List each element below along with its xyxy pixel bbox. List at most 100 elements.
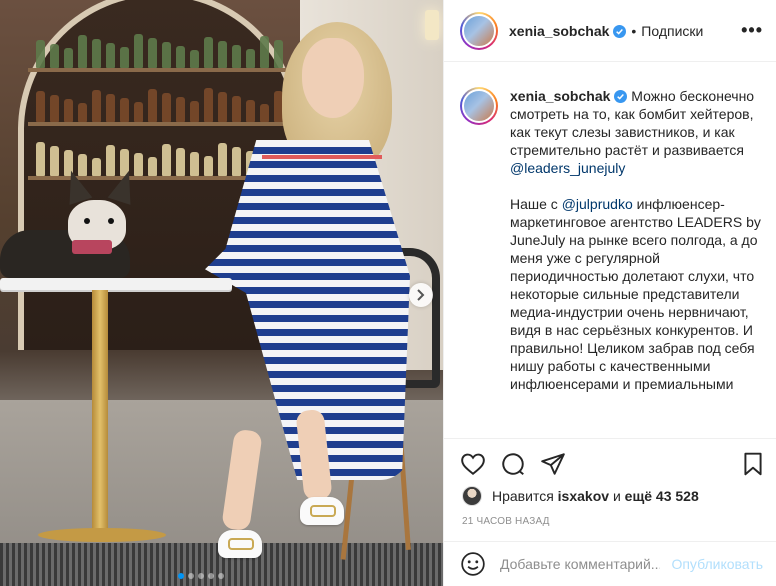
avatar[interactable] — [460, 87, 498, 125]
bottle — [218, 41, 227, 68]
bottle — [50, 44, 59, 68]
likes-summary: Нравится isxakov и ещё 43 528 — [462, 486, 699, 506]
bottle — [106, 43, 115, 68]
cafe-table-leg — [92, 290, 108, 530]
post-side-panel: xenia_sobchak • Подписки ••• xenia_sobch… — [443, 0, 776, 586]
verified-badge-icon — [614, 90, 628, 103]
bottle — [106, 94, 115, 122]
bottle — [50, 95, 59, 122]
dog-eye — [84, 218, 90, 224]
heart-icon[interactable] — [460, 451, 486, 477]
dog-eye — [108, 218, 114, 224]
bottle — [232, 147, 241, 176]
liker-username[interactable]: isxakov — [558, 488, 609, 504]
bottle — [50, 146, 59, 176]
post-timestamp[interactable]: 21 часов назад — [462, 516, 550, 527]
bottle — [260, 36, 269, 68]
bottle — [232, 45, 241, 68]
carousel-dot — [178, 573, 184, 579]
bottle — [274, 40, 283, 68]
caption-area: xenia_sobchak Можно бесконечно смотреть … — [444, 63, 776, 438]
following-button[interactable]: Подписки — [641, 23, 703, 39]
bottle — [92, 39, 101, 68]
bottle — [92, 158, 101, 176]
comment-box: Опубликовать — [444, 541, 776, 586]
carousel-indicator — [178, 573, 224, 579]
bottle — [92, 90, 101, 122]
bottle — [176, 46, 185, 68]
bottle — [260, 104, 269, 122]
bottle — [36, 142, 45, 176]
bottle — [148, 157, 157, 176]
comment-icon[interactable] — [500, 451, 526, 477]
post-header: xenia_sobchak • Подписки ••• — [444, 0, 776, 62]
avatar[interactable] — [462, 486, 482, 506]
caption-segment: Наше с — [510, 196, 558, 212]
separator-dot: • — [631, 22, 637, 39]
bottle — [162, 42, 171, 68]
bottle — [106, 145, 115, 176]
bottle — [218, 143, 227, 176]
bottle — [134, 34, 143, 68]
likes-middle: и — [612, 488, 621, 504]
bottle — [148, 38, 157, 68]
bottle — [204, 37, 213, 68]
caption-text: xenia_sobchak Можно бесконечно смотреть … — [510, 87, 763, 438]
username-link[interactable]: xenia_sobchak — [509, 23, 627, 39]
verified-badge-icon — [613, 24, 627, 38]
bottle — [120, 98, 129, 122]
publish-button[interactable]: Опубликовать — [671, 556, 763, 572]
shelf — [28, 122, 290, 126]
bookmark-icon[interactable] — [740, 451, 766, 477]
likes-prefix: Нравится — [492, 488, 554, 504]
bottle — [36, 40, 45, 68]
bottle — [162, 144, 171, 176]
cafe-table-base — [38, 528, 166, 542]
bottle — [218, 92, 227, 122]
bottle — [204, 156, 213, 176]
bottle — [176, 148, 185, 176]
carousel-dot — [198, 573, 204, 579]
paper-plane-icon[interactable] — [540, 451, 566, 477]
bottle — [120, 47, 129, 68]
bottle — [162, 93, 171, 122]
bottle — [190, 50, 199, 68]
bottle — [36, 91, 45, 122]
likes-count-link[interactable]: ещё 43 528 — [625, 488, 699, 504]
action-bar — [444, 438, 776, 486]
comment-input[interactable] — [500, 556, 660, 572]
mention-link[interactable]: @leaders_junejuly — [510, 160, 625, 176]
bottle — [204, 88, 213, 122]
woman-face — [302, 38, 364, 118]
more-options-button[interactable]: ••• — [741, 20, 763, 41]
bottle — [246, 49, 255, 68]
post-photo[interactable] — [0, 0, 443, 586]
shelf — [28, 68, 290, 72]
carousel-dot — [208, 573, 214, 579]
chevron-right-icon — [417, 289, 425, 301]
avatar[interactable] — [460, 11, 498, 50]
smiley-icon[interactable] — [460, 551, 486, 577]
lamp — [425, 10, 439, 40]
caption-username[interactable]: xenia_sobchak — [510, 88, 628, 104]
bottle — [64, 99, 73, 122]
bottle — [148, 89, 157, 122]
carousel-dot — [218, 573, 224, 579]
bottle — [78, 35, 87, 68]
mention-link[interactable]: @julprudko — [562, 196, 633, 212]
bottle — [176, 97, 185, 122]
bottle — [246, 100, 255, 122]
bottle — [190, 101, 199, 122]
caption-segment: инфлюенсер-маркетинговое агентство LEADE… — [510, 196, 765, 392]
dog-bandana — [72, 240, 112, 254]
carousel-next-button[interactable] — [409, 283, 433, 307]
carousel-dot — [188, 573, 194, 579]
bottle — [78, 103, 87, 122]
bottle — [134, 102, 143, 122]
shoe — [218, 530, 262, 558]
dog — [0, 167, 145, 280]
bottle — [190, 152, 199, 176]
bottle — [64, 48, 73, 68]
shoe — [300, 497, 344, 525]
bottle — [232, 96, 241, 122]
